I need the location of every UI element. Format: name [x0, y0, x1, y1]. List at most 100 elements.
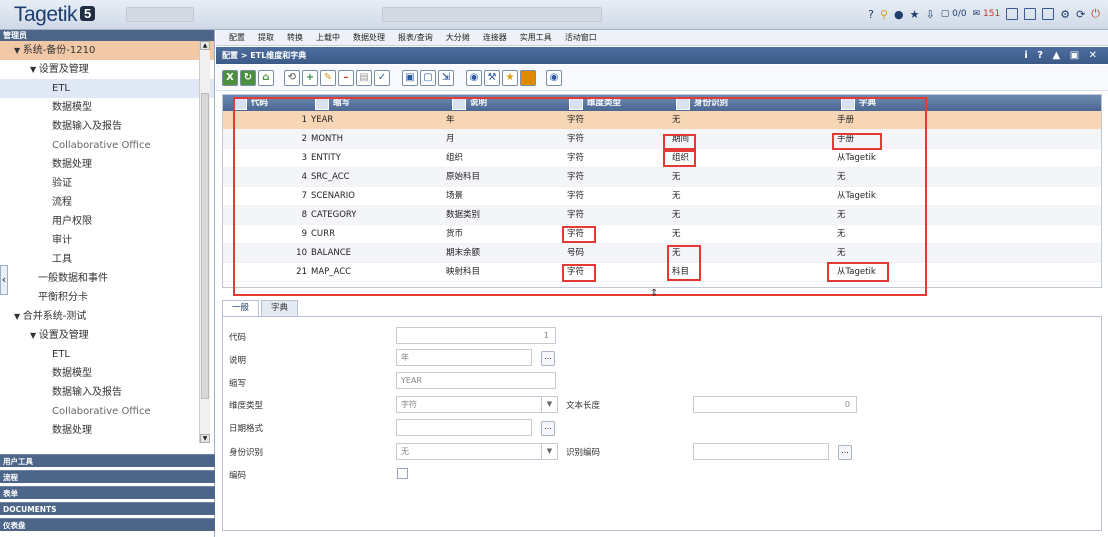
menu-item[interactable]: 活动窗口 — [565, 30, 597, 45]
layout-icon-2[interactable] — [1024, 8, 1037, 20]
sidebar-scrollbar[interactable]: ▲ ▼ — [199, 41, 210, 443]
table-row[interactable]: 4 SRC_ACC 原始科目 字符 无 无 — [223, 168, 1101, 187]
sidebar-item[interactable]: 数据处理 — [0, 155, 214, 174]
home-icon[interactable]: ⌂ — [258, 70, 274, 86]
sidebar-item[interactable]: 平衡积分卡 — [0, 288, 214, 307]
menu-item[interactable]: 实用工具 — [520, 30, 552, 45]
col-header-abbr[interactable]: 缩写 — [309, 95, 350, 111]
help-icon[interactable]: ? — [868, 8, 874, 21]
excel-import-icon[interactable]: ↻ — [240, 70, 256, 86]
sidebar-item[interactable]: Collaborative Office — [0, 402, 214, 421]
sidebar-item[interactable]: 数据处理 — [0, 421, 214, 440]
table-row[interactable]: 8 CATEGORY 数据类别 字符 无 无 — [223, 206, 1101, 225]
user-icon[interactable]: ● — [894, 8, 904, 21]
sidebar-item[interactable]: ▼ 设置及管理 — [0, 326, 214, 345]
expand-arrow-icon[interactable]: ▼ — [14, 312, 23, 321]
menu-item[interactable]: 配置 — [229, 30, 245, 45]
menu-item[interactable]: 大分摊 — [446, 30, 470, 45]
tab-general[interactable]: 一般 — [222, 300, 260, 316]
expand-arrow-icon[interactable]: ▼ — [30, 331, 39, 340]
sidebar-item[interactable]: 一般数据和事件 — [0, 269, 214, 288]
sidebar-item[interactable]: 数据模型 — [0, 98, 214, 117]
view-icon[interactable]: ◉ — [466, 70, 482, 86]
table-row[interactable]: 3 ENTITY 组织 字符 组织 从Tagetik — [223, 149, 1101, 168]
panel-controls[interactable]: i ? ▲ ▣ ✕ — [1024, 47, 1100, 64]
sidebar-footer-dashboard[interactable]: 仪表盘 — [0, 518, 215, 531]
add-icon[interactable]: + — [302, 70, 318, 86]
undo-icon[interactable]: ⟲ — [284, 70, 300, 86]
sidebar-item[interactable]: 数据模型 — [0, 364, 214, 383]
power-icon[interactable]: ⏻ — [1091, 7, 1100, 21]
notification-icon[interactable]: ✉ 151 — [973, 9, 1001, 19]
chevron-down-icon[interactable]: ▼ — [541, 397, 557, 412]
datefmt-ellipsis-button[interactable]: ... — [541, 421, 555, 436]
sidebar-item[interactable]: ▼ 系统-备份-1210 — [0, 41, 214, 60]
info-icon[interactable]: ◉ — [546, 70, 562, 86]
sidebar-item[interactable]: 流程 — [0, 193, 214, 212]
menu-item[interactable]: 上载中 — [316, 30, 340, 45]
sidebar-footer-workflow[interactable]: 流程 — [0, 470, 215, 483]
star-icon[interactable]: ★ — [502, 70, 518, 86]
sidebar-item[interactable]: ETL — [0, 345, 214, 364]
desc-ellipsis-button[interactable]: ... — [541, 351, 555, 366]
col-header-type[interactable]: 维度类型 — [563, 95, 621, 111]
refresh-icon[interactable]: ⟳ — [1076, 8, 1085, 21]
sidebar-item[interactable]: ETL — [0, 79, 214, 98]
scroll-thumb[interactable] — [201, 93, 209, 399]
import-icon[interactable]: ⇲ — [438, 70, 454, 86]
save-icon[interactable]: ▤ — [356, 70, 372, 86]
favorite-icon[interactable]: ★ — [910, 8, 920, 21]
sidebar-item[interactable]: 数据输入及报告 — [0, 117, 214, 136]
expand-arrow-icon[interactable]: ▼ — [30, 65, 39, 74]
sidebar-footer-forms[interactable]: 表单 — [0, 486, 215, 499]
layout-icon-3[interactable] — [1042, 8, 1055, 20]
settings-icon[interactable]: ⚙ — [1060, 8, 1070, 21]
sidebar-item[interactable]: ▼ 合并系统-测试 — [0, 307, 214, 326]
sidebar-footer-user-tools[interactable]: 用户工具 — [0, 454, 215, 467]
scroll-up-arrow[interactable]: ▲ — [200, 41, 210, 50]
expand-arrow-icon[interactable]: ▼ — [14, 46, 23, 55]
excel-export-icon[interactable]: X — [222, 70, 238, 86]
table-row[interactable]: 21 MAP_ACC 映射科目 字符 科目 从Tagetik — [223, 263, 1101, 282]
code-field[interactable]: 1 — [396, 327, 556, 344]
chevron-down-icon[interactable]: ▼ — [541, 444, 557, 459]
menu-item[interactable]: 报表/查询 — [398, 30, 433, 45]
paste-icon[interactable]: ▢ — [420, 70, 436, 86]
col-header-desc[interactable]: 说明 — [446, 95, 487, 111]
menu-item[interactable]: 提取 — [258, 30, 274, 45]
ident-select[interactable]: 无 ▼ — [396, 443, 558, 460]
table-row[interactable]: 10 BALANCE 期末余额 号码 无 无 — [223, 244, 1101, 263]
message-icon[interactable]: ▢ 0/0 — [941, 9, 967, 19]
sidebar-item[interactable]: 审计 — [0, 231, 214, 250]
tab-dictionary[interactable]: 字典 — [261, 300, 299, 316]
edit-icon[interactable]: ✎ — [320, 70, 336, 86]
idcode-field[interactable] — [693, 443, 829, 460]
sidebar-item[interactable]: 数据输入及报告 — [0, 383, 214, 402]
collapse-sidebar-button[interactable]: ‹ — [0, 265, 8, 295]
confirm-icon[interactable]: ✓ — [374, 70, 390, 86]
table-row[interactable]: 9 CURR 货币 字符 无 无 — [223, 225, 1101, 244]
sidebar-item[interactable]: 用户权限 — [0, 212, 214, 231]
type-select[interactable]: 字符 ▼ — [396, 396, 558, 413]
textlen-field[interactable]: 0 — [693, 396, 857, 413]
sidebar-item[interactable]: ▼ 设置及管理 — [0, 60, 214, 79]
sidebar-item[interactable]: 工具 — [0, 250, 214, 269]
menu-item[interactable]: 数据处理 — [353, 30, 385, 45]
encode-checkbox[interactable] — [397, 468, 408, 479]
col-header-dict[interactable]: 字典 — [835, 95, 876, 111]
table-row[interactable]: 2 MONTH 月 字符 期间 手册 — [223, 130, 1101, 149]
sidebar-item[interactable]: 验证 — [0, 174, 214, 193]
sidebar-item[interactable]: Collaborative Office — [0, 136, 214, 155]
scroll-down-arrow[interactable]: ▼ — [200, 434, 210, 443]
table-row[interactable]: 7 SCENARIO 场景 字符 无 从Tagetik — [223, 187, 1101, 206]
tools-icon[interactable]: ⚒ — [484, 70, 500, 86]
desc-field[interactable]: 年 — [396, 349, 532, 366]
idcode-ellipsis-button[interactable]: ... — [838, 445, 852, 460]
sidebar-footer-documents[interactable]: DOCUMENTS — [0, 502, 215, 515]
layout-icon-1[interactable] — [1006, 8, 1019, 20]
col-header-code[interactable]: 代码 — [227, 95, 268, 111]
download-icon[interactable]: ⇩ — [926, 8, 935, 21]
filter-icon[interactable] — [520, 70, 536, 86]
delete-icon[interactable]: – — [338, 70, 354, 86]
col-header-ident[interactable]: 身份识别 — [670, 95, 728, 111]
